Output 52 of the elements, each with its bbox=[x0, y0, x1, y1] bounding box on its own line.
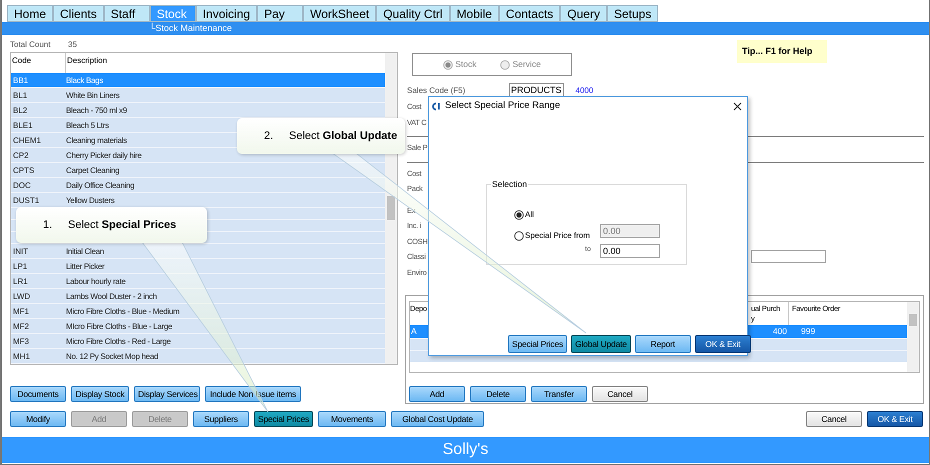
description-cell-text: Bleach 5 Ltrs bbox=[65, 120, 109, 132]
description-cell-text: No. 12 Py Socket Mop head bbox=[65, 350, 158, 363]
code-cell-text: CP2 bbox=[12, 150, 30, 162]
tip-box: Tip... F1 for Help bbox=[737, 40, 827, 63]
grid-cell-text: A bbox=[410, 325, 418, 338]
code-cell-text: DOC bbox=[12, 180, 32, 192]
description-cell-text: Initial Clean bbox=[65, 246, 104, 258]
description-cell-text: MIcro Fibre Cloths - Blue - Large bbox=[65, 320, 172, 333]
code-cell-text: BB1 bbox=[12, 75, 30, 88]
account-code: 4000 bbox=[576, 84, 594, 96]
code-cell-text: MF2 bbox=[12, 320, 30, 333]
callout-number: 1. bbox=[42, 218, 54, 233]
description-cell-text: Black Bags bbox=[65, 75, 104, 88]
description-cell-text: Labour hourly rate bbox=[65, 276, 126, 288]
sales-code-label: Sales Code (F5) bbox=[407, 84, 466, 96]
code-cell-text: BL1 bbox=[12, 90, 28, 102]
description-cell-text: Micro Fibre Cloths - Blue - Medium bbox=[65, 306, 180, 318]
group-label: Selection bbox=[491, 179, 528, 189]
code-cell-text: LR1 bbox=[12, 276, 29, 288]
grid-cell-text: 999 bbox=[800, 325, 816, 338]
dialog-title: Select Special Price Range bbox=[445, 98, 560, 113]
grid-cell-text: 400 bbox=[772, 325, 788, 338]
breadcrumb: └Stock Maintenance bbox=[149, 22, 232, 35]
total-count-label: Total Count bbox=[10, 40, 52, 50]
type-option-label: Stock bbox=[455, 58, 476, 71]
code-cell-text: MH1 bbox=[12, 350, 31, 363]
code-cell-text: LP1 bbox=[12, 260, 28, 273]
description-cell-text: Cleaning materials bbox=[65, 135, 127, 148]
code-cell-text: DUST1 bbox=[12, 195, 40, 208]
description-cell-text: Lambs Wool Duster - 2 inch bbox=[65, 290, 157, 303]
code-cell-text: CHEM1 bbox=[12, 135, 42, 148]
description-cell-text: Bleach - 750 ml x9 bbox=[65, 105, 127, 118]
code-cell-text: CPTS bbox=[12, 165, 36, 178]
description-cell-text: Carpet Cleaning bbox=[65, 165, 120, 178]
type-option-label: Service bbox=[512, 58, 541, 71]
code-cell-text: BL2 bbox=[12, 105, 28, 118]
description-cell-text: Litter Picker bbox=[65, 260, 104, 273]
code-cell-text: LWD bbox=[12, 290, 32, 303]
callout-text: Select Special Prices bbox=[68, 218, 176, 233]
description-cell-text: Cherry Picker daily hire bbox=[65, 150, 142, 162]
range-option-label: All bbox=[525, 209, 534, 221]
code-cell-text: BLE1 bbox=[12, 120, 34, 132]
code-cell-text: MF3 bbox=[12, 336, 30, 348]
description-cell-text: Micro Fibre Cloths - Red - Large bbox=[65, 336, 171, 348]
code-cell-text: INIT bbox=[12, 246, 30, 258]
range-option-label: Special Price from bbox=[525, 230, 590, 242]
description-cell-text: Daily Office Cleaning bbox=[65, 180, 134, 192]
description-cell-text: Yellow Dusters bbox=[65, 195, 114, 208]
footer-title: Solly's bbox=[442, 440, 488, 460]
code-cell-text: MF1 bbox=[12, 306, 30, 318]
total-count-value: 35 bbox=[68, 40, 77, 50]
description-cell-text: White Bin Liners bbox=[65, 90, 120, 102]
